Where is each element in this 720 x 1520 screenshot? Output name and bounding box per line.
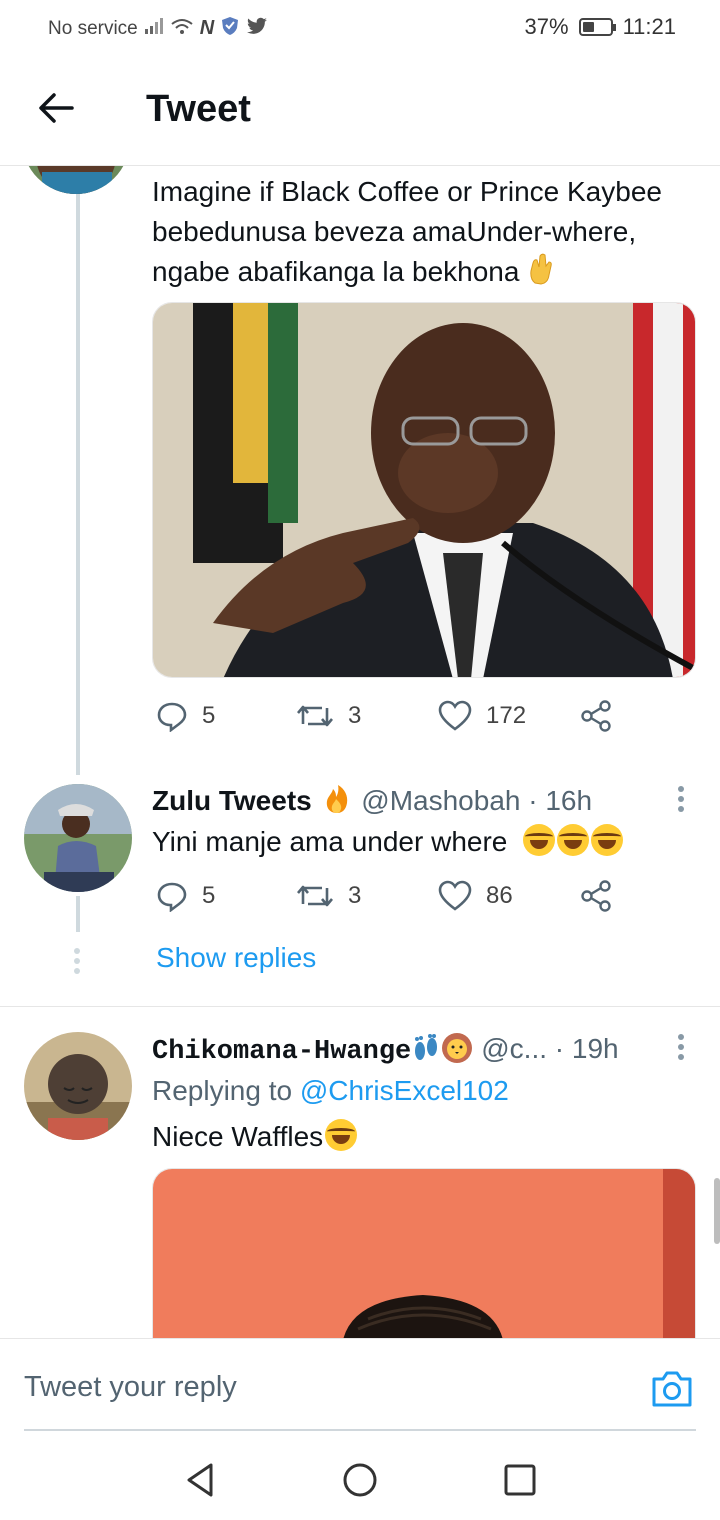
lion-icon <box>441 1032 473 1064</box>
reply-1-header: Zulu Tweets @Mashobah · 16h <box>152 782 592 820</box>
laughing-tears-icon <box>557 824 590 856</box>
reply-1-avatar[interactable] <box>24 784 132 892</box>
reply-input[interactable]: Tweet your reply <box>24 1371 237 1404</box>
reply-2-image[interactable] <box>152 1168 696 1339</box>
circle-home-icon <box>343 1463 377 1497</box>
camera-icon <box>652 1371 692 1407</box>
like-button[interactable]: 172 <box>438 700 526 732</box>
footprints-icon <box>411 1033 441 1063</box>
triangle-back-icon <box>187 1463 213 1497</box>
wifi-icon <box>170 17 194 40</box>
heart-icon <box>438 880 472 911</box>
scroll-indicator <box>714 1178 720 1244</box>
reply-icon <box>157 882 187 912</box>
share-icon <box>581 700 611 732</box>
reply-2-header: Chikomana-Hwange @c... · 19h <box>152 1030 619 1071</box>
replying-to-link[interactable]: @ChrisExcel102 <box>300 1075 509 1106</box>
back-arrow-icon <box>39 93 74 123</box>
reply-button[interactable]: 5 <box>156 700 215 732</box>
reply-2-more-icon[interactable] <box>676 1032 686 1060</box>
clock: 11:21 <box>622 14 676 39</box>
battery-percent: 37% <box>524 14 569 39</box>
signal-icon <box>144 17 164 40</box>
reply-1-time: · 16h <box>528 785 593 816</box>
retweet-button[interactable]: 3 <box>296 880 361 912</box>
reply-1-actions: 5 3 86 <box>156 880 626 920</box>
status-bar: No service N 37% 11:21 <box>0 0 720 56</box>
fire-icon <box>324 784 350 814</box>
laughing-tears-icon <box>591 824 624 856</box>
reply-2-avatar[interactable] <box>24 1032 132 1140</box>
nav-back-button[interactable] <box>180 1460 220 1500</box>
replying-to-line: Replying to @ChrisExcel102 <box>152 1072 509 1110</box>
reply-1-more-icon[interactable] <box>676 784 686 812</box>
status-right: 37% 11:21 <box>525 14 676 40</box>
laughing-tears-icon <box>523 824 556 856</box>
nav-home-button[interactable] <box>340 1460 380 1500</box>
square-recents-icon <box>504 1464 536 1496</box>
reply-1-text: Yini manje ama under where <box>152 822 702 862</box>
reply-count: 5 <box>202 702 216 729</box>
thread-line-top <box>76 190 80 775</box>
reply-1-name[interactable]: Zulu Tweets <box>152 785 312 816</box>
system-nav-bar <box>0 1432 720 1520</box>
show-replies-link[interactable]: Show replies <box>156 942 316 974</box>
reply-2-handle[interactable]: @c... <box>481 1033 547 1064</box>
reply-composer: Tweet your reply <box>0 1338 720 1431</box>
reply-count: 5 <box>202 882 216 909</box>
thread-dots <box>74 948 82 974</box>
laughing-tears-icon <box>325 1119 358 1151</box>
replying-to-prefix: Replying to <box>152 1075 293 1106</box>
reply-1-handle[interactable]: @Mashobah <box>361 785 520 816</box>
camera-button[interactable] <box>650 1369 694 1409</box>
share-button[interactable] <box>580 880 612 912</box>
share-icon <box>581 880 611 912</box>
divider <box>0 1006 720 1007</box>
retweet-count: 3 <box>348 882 362 909</box>
retweet-icon <box>297 705 333 727</box>
retweet-count: 3 <box>348 702 362 729</box>
page-title: Tweet <box>146 88 251 130</box>
reply-2-text: Niece Waffles <box>152 1117 702 1157</box>
reply-2-name[interactable]: Chikomana-Hwange <box>152 1037 411 1067</box>
battery-icon <box>578 18 616 36</box>
vpn-shield-icon <box>220 16 240 41</box>
like-count: 86 <box>486 882 513 909</box>
carrier-label: No service <box>48 17 138 39</box>
top-app-bar: Tweet <box>0 56 720 166</box>
back-button[interactable] <box>34 86 78 130</box>
reply-button[interactable]: 5 <box>156 880 215 912</box>
main-tweet-actions: 5 3 172 <box>156 700 626 740</box>
retweet-button[interactable]: 3 <box>296 700 361 732</box>
like-count: 172 <box>486 702 527 729</box>
reply-2-time: · 19h <box>554 1033 619 1064</box>
status-left: No service N <box>48 16 268 41</box>
main-tweet-text: Imagine if Black Coffee or Prince Kaybee… <box>152 176 662 287</box>
nav-recents-button[interactable] <box>500 1460 540 1500</box>
reply-input-underline <box>24 1429 696 1431</box>
nfc-icon: N <box>199 17 215 39</box>
retweet-icon <box>297 885 333 907</box>
crossed-fingers-icon <box>527 253 555 285</box>
share-button[interactable] <box>580 700 612 732</box>
like-button[interactable]: 86 <box>438 880 513 912</box>
heart-icon <box>438 700 472 731</box>
thread-line-reply-1 <box>76 896 80 932</box>
reply-icon <box>157 702 187 732</box>
twitter-notification-icon <box>246 17 268 40</box>
main-tweet-image[interactable] <box>152 302 696 678</box>
